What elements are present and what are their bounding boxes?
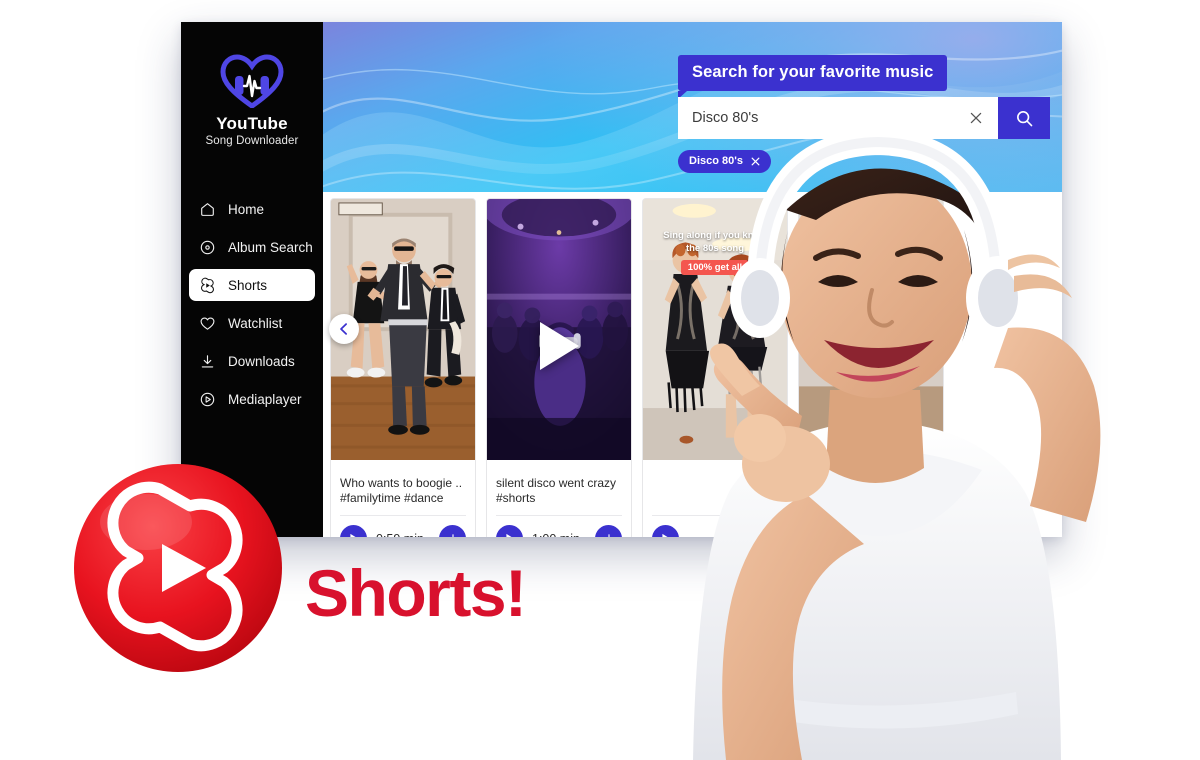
play-button[interactable]	[496, 525, 523, 537]
sidebar-item-mediaplayer[interactable]: Mediaplayer	[189, 383, 315, 415]
download-button[interactable]	[751, 525, 778, 537]
disc-icon	[200, 240, 215, 254]
sidebar-item-home[interactable]: Home	[189, 193, 315, 225]
search-header: Search for your favorite music Disco 80'…	[323, 22, 1062, 192]
card-footer	[808, 515, 934, 537]
brand: YouTube Song Downloader	[181, 22, 323, 147]
sidebar-item-watchlist[interactable]: Watchlist	[189, 307, 315, 339]
card-footer: 1:00 min	[496, 515, 622, 537]
card-body: Who wants to boogie .. #familytime #dance	[331, 464, 475, 506]
carousel-prev-button[interactable]	[329, 314, 359, 344]
download-button[interactable]	[439, 525, 466, 537]
card-body	[643, 464, 787, 506]
short-card[interactable]: Who wants to boogie .. #familytime #dance…	[330, 198, 476, 537]
play-button[interactable]	[808, 525, 835, 537]
search-banner-label: Search for your favorite music	[678, 55, 948, 99]
card-list: Who wants to boogie .. #familytime #dance…	[323, 192, 1062, 537]
play-button[interactable]	[652, 525, 679, 537]
shorts-carousel: Who wants to boogie .. #familytime #dance…	[323, 192, 1062, 537]
card-duration: 1:00 min	[532, 532, 586, 538]
sidebar-item-label: Downloads	[228, 353, 295, 369]
chevron-left-icon	[340, 323, 347, 335]
heart-icon	[200, 316, 215, 330]
heart-headphones-icon	[220, 54, 284, 108]
play-icon	[661, 533, 668, 537]
download-icon	[451, 533, 454, 537]
active-filters: Disco 80's	[678, 150, 771, 173]
search-input[interactable]: Disco 80's	[678, 97, 998, 139]
play-icon	[505, 533, 512, 537]
shorts-wordmark: Shorts!	[305, 556, 527, 630]
close-icon[interactable]	[751, 157, 760, 166]
download-icon	[607, 533, 610, 537]
search-input-value: Disco 80's	[692, 110, 759, 126]
sidebar-item-label: Watchlist	[228, 315, 283, 331]
sidebar-item-downloads[interactable]: Downloads	[189, 345, 315, 377]
sidebar-item-label: Shorts	[228, 277, 268, 293]
short-card[interactable]: Sing along if you know the 80s song 100%…	[642, 198, 788, 537]
sidebar-item-label: Album Search	[228, 239, 313, 255]
card-title: silent disco went crazy #shorts	[496, 476, 617, 505]
card-title	[652, 476, 778, 506]
card-thumbnail[interactable]: Sing along if you know the 80s song 100%…	[643, 199, 787, 464]
play-icon	[349, 533, 356, 537]
search-submit-button[interactable]	[998, 97, 1050, 139]
shorts-promo-badge	[74, 464, 282, 672]
sidebar-item-album-search[interactable]: Album Search	[189, 231, 315, 263]
card-body: silent disco went crazy #shorts	[487, 464, 631, 506]
sidebar-item-label: Home	[228, 201, 265, 217]
close-icon[interactable]	[968, 110, 984, 126]
card-thumbnail[interactable]	[487, 199, 631, 464]
card-footer: 0:59 min	[340, 515, 466, 537]
sidebar-nav: Home Album Search Shorts Watchlist Downl…	[181, 193, 323, 415]
download-button[interactable]	[595, 525, 622, 537]
sidebar-item-shorts[interactable]: Shorts	[189, 269, 315, 301]
home-icon	[201, 202, 214, 216]
play-button[interactable]	[340, 525, 367, 537]
card-body	[799, 464, 943, 506]
card-footer	[652, 515, 778, 537]
shorts-icon	[201, 277, 214, 293]
brand-subtitle: Song Downloader	[205, 135, 299, 147]
card-duration: 0:59 min	[376, 532, 430, 538]
download-icon	[201, 354, 214, 367]
app-window: YouTube Song Downloader Home Album Searc…	[181, 22, 1062, 537]
download-icon	[763, 533, 766, 537]
brand-title: YouTube	[216, 114, 288, 133]
filter-chip[interactable]: Disco 80's	[678, 150, 771, 173]
play-circle-icon	[200, 392, 215, 406]
short-card[interactable]: silent disco went crazy#shorts 1:00 min	[486, 198, 632, 537]
short-card[interactable]	[798, 198, 944, 537]
card-title: Who wants to boogie .. #familytime #dance	[340, 476, 463, 505]
search-bar: Disco 80's	[678, 97, 1050, 139]
sidebar: YouTube Song Downloader Home Album Searc…	[181, 22, 323, 537]
filter-chip-label: Disco 80's	[689, 155, 743, 167]
card-title	[808, 476, 934, 506]
play-overlay-button[interactable]	[535, 319, 583, 373]
search-icon	[1016, 110, 1032, 126]
sidebar-item-label: Mediaplayer	[228, 391, 302, 407]
play-icon	[817, 533, 824, 537]
thumbnail-image-partial	[799, 199, 943, 461]
card-thumbnail[interactable]	[799, 199, 943, 464]
thumbnail-image-flappers	[643, 199, 787, 461]
